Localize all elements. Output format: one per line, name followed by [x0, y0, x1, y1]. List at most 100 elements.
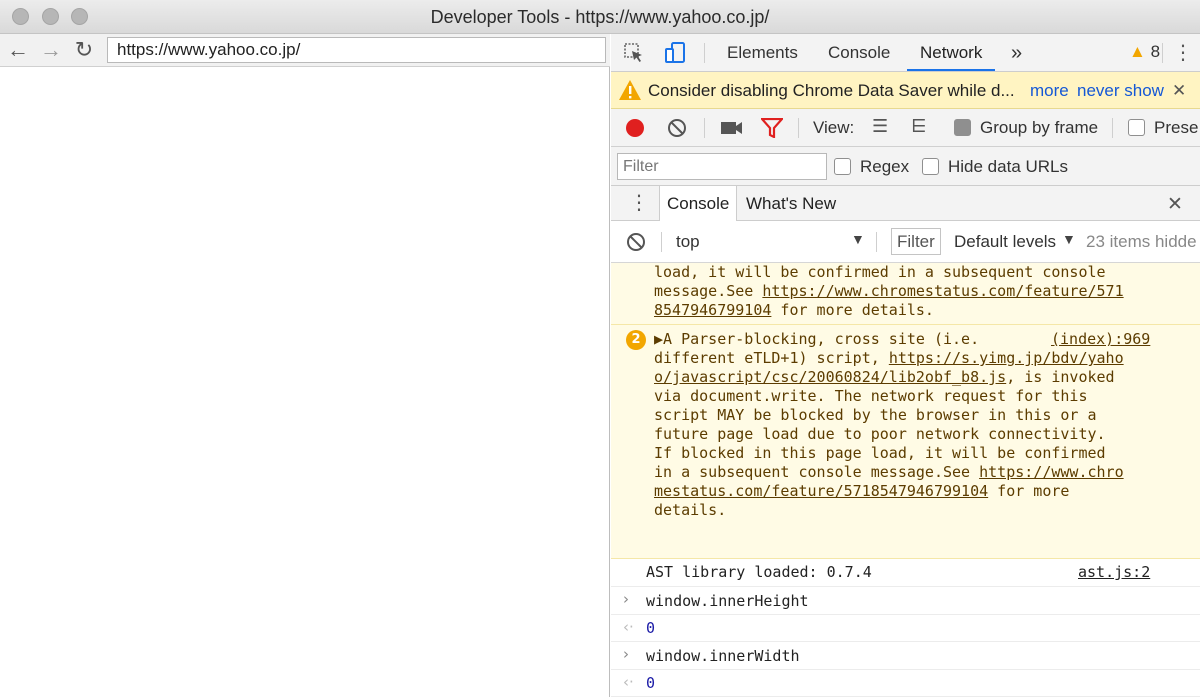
banner-more-link[interactable]: more — [1030, 72, 1069, 109]
command-text[interactable]: window.innerHeight — [646, 592, 809, 610]
network-filter-bar: Filter Regex Hide data URLs — [611, 147, 1200, 186]
devtools-tab-bar: Elements Console Network » ▲ 8 ⋮ — [611, 34, 1200, 72]
network-toolbar: View: ☰ ⋿ Group by frame Prese — [611, 109, 1200, 147]
warning-text-line: message.See https://www.chromestatus.com… — [654, 282, 1124, 300]
warning-text: different eTLD+1) script, — [654, 349, 889, 367]
warning-triangle-icon — [619, 80, 641, 100]
hide-data-urls-label: Hide data URLs — [948, 157, 1069, 176]
log-levels-dropdown[interactable]: Default levels — [954, 232, 1056, 252]
large-rows-icon[interactable]: ☰ — [872, 116, 888, 137]
title-bar: Developer Tools - https://www.yahoo.co.j… — [0, 0, 1200, 34]
more-tabs-chevron-icon[interactable]: » — [1011, 34, 1022, 71]
warning-text: script MAY be blocked by the browser in … — [654, 406, 1097, 424]
back-arrow-icon[interactable]: ← — [5, 37, 31, 63]
separator — [798, 118, 799, 138]
script-url-link[interactable]: https://s.yimg.jp/bdv/yaho — [889, 349, 1124, 367]
chromestatus-link-continued[interactable]: 8547946799104 — [654, 301, 771, 319]
chromestatus-link-continued[interactable]: mestatus.com/feature/5718547946799104 — [654, 482, 988, 500]
console-warning: 2 ▶A Parser-blocking, cross site (i.e. (… — [611, 325, 1200, 559]
log-text: AST library loaded: 0.7.4 — [646, 563, 872, 581]
kebab-menu-icon[interactable]: ⋮ — [1173, 40, 1193, 65]
command-text[interactable]: window.innerWidth — [646, 647, 800, 665]
separator — [876, 232, 877, 252]
warning-text: load, it will be confirmed in a subseque… — [654, 263, 1106, 281]
navigation-bar: ← → ↻ https://www.yahoo.co.jp/ — [0, 34, 610, 67]
waterfall-icon[interactable]: ⋿ — [911, 116, 927, 137]
console-filter-input[interactable]: Filter — [891, 228, 941, 255]
clear-icon[interactable] — [667, 118, 687, 138]
warning-text-line: o/javascript/csc/20060824/lib2obf_b8.js,… — [654, 368, 1115, 386]
group-by-frame-label: Group by frame — [980, 118, 1099, 137]
view-label: View: — [813, 118, 855, 137]
input-prompt-icon: › — [623, 645, 629, 663]
repeat-count-badge: 2 — [626, 330, 646, 350]
separator — [704, 43, 705, 63]
warning-text-line: 8547946799104 for more details. — [654, 301, 934, 319]
hide-data-urls-checkbox[interactable] — [922, 158, 939, 175]
devtools-panel: Elements Console Network » ▲ 8 ⋮ Conside… — [611, 34, 1200, 697]
record-icon[interactable] — [626, 119, 644, 137]
separator — [704, 118, 705, 138]
inspect-element-icon[interactable] — [623, 42, 645, 64]
browser-viewport: ← → ↻ https://www.yahoo.co.jp/ — [0, 34, 610, 697]
console-command: › window.innerHeight — [611, 587, 1200, 615]
reload-icon[interactable]: ↻ — [71, 37, 97, 63]
console-result: ‹· 0 — [611, 670, 1200, 697]
tab-elements[interactable]: Elements — [727, 34, 798, 71]
forward-arrow-icon[interactable]: → — [38, 37, 64, 63]
network-filter-input[interactable]: Filter — [617, 153, 827, 180]
banner-message: Consider disabling Chrome Data Saver whi… — [648, 81, 1015, 100]
result-value: 0 — [646, 619, 656, 637]
console-messages: load, it will be confirmed in a subseque… — [611, 263, 1200, 697]
chromestatus-link[interactable]: https://www.chromestatus.com/feature/571 — [762, 282, 1123, 300]
log-levels-arrow-icon[interactable]: ▼ — [1062, 231, 1076, 247]
context-dropdown-arrow-icon[interactable]: ▼ — [851, 231, 865, 247]
drawer-close-icon[interactable]: ✕ — [1167, 193, 1183, 216]
result-arrow-icon: ‹· — [623, 618, 634, 636]
banner-close-icon[interactable]: ✕ — [1172, 72, 1186, 109]
preserve-log-label: Prese — [1154, 118, 1199, 137]
warning-text: for more details. — [771, 301, 934, 319]
warning-text: If blocked in this page load, it will be… — [654, 444, 1106, 462]
source-link[interactable]: (index):969 — [1051, 330, 1150, 348]
drawer-tab-console[interactable]: Console — [659, 186, 738, 221]
console-toolbar: top ▼ Filter Default levels ▼ 23 items h… — [611, 221, 1200, 263]
warning-triangle-icon: ▲ — [1129, 42, 1146, 61]
warning-text: message.See — [654, 282, 763, 300]
warning-text-line: mestatus.com/feature/5718547946799104 fo… — [654, 482, 1069, 500]
warning-text: , is invoked — [1006, 368, 1115, 386]
warning-text: via document.write. The network request … — [654, 387, 1088, 405]
source-link[interactable]: ast.js:2 — [1078, 563, 1150, 581]
address-bar[interactable]: https://www.yahoo.co.jp/ — [107, 37, 606, 63]
preserve-log-checkbox[interactable] — [1128, 119, 1145, 136]
warning-text-line: in a subsequent console message.See http… — [654, 463, 1124, 481]
tab-network[interactable]: Network — [907, 34, 996, 71]
separator — [1162, 43, 1163, 63]
drawer-tab-bar: ⋮ Console What's New ✕ — [611, 186, 1200, 221]
chromestatus-link[interactable]: https://www.chro — [979, 463, 1124, 481]
separator — [1112, 118, 1113, 138]
regex-checkbox[interactable] — [834, 158, 851, 175]
script-url-link-continued[interactable]: o/javascript/csc/20060824/lib2obf_b8.js — [654, 368, 1006, 386]
separator — [661, 232, 662, 252]
console-warning: load, it will be confirmed in a subseque… — [611, 263, 1200, 325]
warning-text: for more — [988, 482, 1070, 500]
filter-funnel-icon[interactable] — [761, 118, 783, 138]
context-selector[interactable]: top — [676, 232, 700, 252]
window-title: Developer Tools - https://www.yahoo.co.j… — [430, 7, 770, 27]
result-arrow-icon: ‹· — [623, 673, 634, 691]
hidden-items-count: 23 items hidde — [1086, 232, 1197, 251]
warning-counter[interactable]: ▲ 8 — [1129, 42, 1160, 62]
drawer-menu-icon[interactable]: ⋮ — [629, 190, 649, 215]
clear-console-icon[interactable] — [626, 232, 646, 252]
result-value: 0 — [646, 674, 656, 692]
device-toolbar-icon[interactable] — [663, 41, 687, 65]
warning-text[interactable]: ▶A Parser-blocking, cross site (i.e. — [654, 330, 979, 348]
input-prompt-icon: › — [623, 590, 629, 608]
tab-console[interactable]: Console — [828, 34, 890, 71]
drawer-tab-whats-new[interactable]: What's New — [746, 186, 836, 221]
group-by-frame-checkbox[interactable] — [954, 119, 971, 136]
screenshot-camera-icon[interactable] — [721, 120, 743, 136]
banner-never-show-link[interactable]: never show — [1077, 72, 1164, 109]
console-log: AST library loaded: 0.7.4 ast.js:2 — [611, 559, 1200, 587]
